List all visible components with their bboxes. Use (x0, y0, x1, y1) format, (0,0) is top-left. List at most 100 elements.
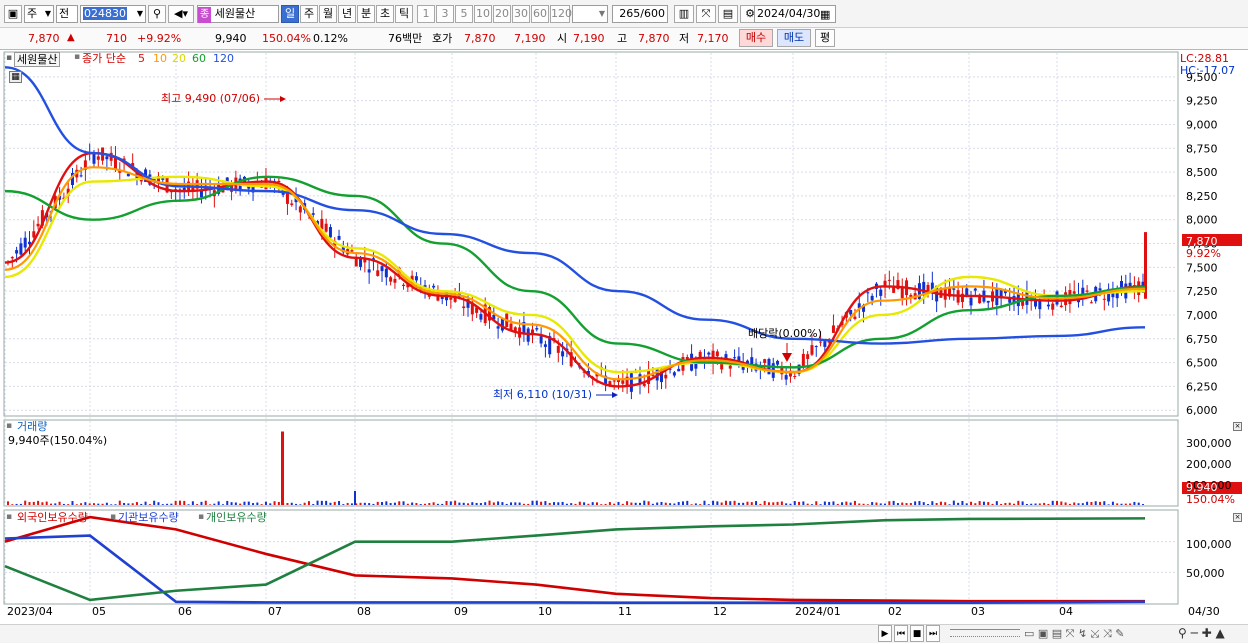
volume-bar (217, 501, 220, 505)
volume-bar (45, 501, 48, 505)
volume-bar (419, 504, 422, 505)
volume-bar (303, 502, 306, 505)
interval-button[interactable]: 60 (531, 5, 549, 23)
chart-menu-icon[interactable]: ▣ (4, 5, 22, 23)
volume-bar-peak (281, 431, 284, 505)
close-icon[interactable]: × (1233, 513, 1242, 522)
period-minute-button[interactable]: 분 (357, 5, 375, 23)
x-axis-label: 12 (713, 605, 727, 618)
buy-button[interactable]: 매수 (739, 29, 773, 47)
price-panel-stock-name[interactable]: 세원물산 (14, 52, 61, 67)
candle-type-icon[interactable]: ▥ (674, 5, 694, 23)
volume-bar (458, 502, 461, 505)
volume-bar (785, 503, 788, 505)
speaker-icon[interactable]: ◀▾ (168, 5, 194, 23)
x-axis-label: 05 (92, 605, 106, 618)
volume-bar (952, 500, 955, 505)
all-select[interactable]: 전 (56, 5, 78, 23)
volume-bar (497, 501, 500, 505)
chart-area: 6,0006,2506,5006,7507,0007,2507,5007,750… (0, 50, 1248, 643)
interval-button[interactable]: 3 (436, 5, 454, 23)
period-day-button[interactable]: 일 (281, 5, 299, 23)
table-toggle-icon[interactable]: ▦ (9, 71, 22, 83)
price-tick-label: 8,250 (1186, 190, 1218, 203)
volume-bar (264, 501, 267, 505)
average-button[interactable]: 평 (815, 29, 835, 47)
candle-body (887, 279, 891, 281)
volume-panel-title[interactable]: 거래량 (17, 420, 47, 434)
save-icon[interactable]: ▤ (718, 5, 738, 23)
volume-bar (101, 503, 104, 505)
stop-icon[interactable]: ■ (910, 625, 924, 642)
volume-bar (428, 503, 431, 505)
volume-bar (1004, 502, 1007, 505)
volume-bar (436, 503, 439, 505)
volume-bar (97, 503, 100, 505)
x-axis-label: 06 (178, 605, 192, 618)
candle-body (1085, 290, 1089, 292)
last-page-icon[interactable]: ⏭ (926, 625, 940, 642)
candle-body (763, 359, 767, 363)
period-month-button[interactable]: 월 (319, 5, 337, 23)
last-volume-pct-label: 150.04% (1186, 493, 1235, 506)
ask-label: 호가 (432, 32, 453, 45)
volume-bar (338, 501, 341, 505)
close-icon[interactable]: × (1233, 422, 1242, 431)
volume-bar (342, 504, 345, 505)
volume-bar (557, 502, 560, 505)
scroll-right-icon[interactable]: ▶ (878, 625, 892, 642)
sell-button[interactable]: 매도 (777, 29, 811, 47)
candle-body (853, 316, 857, 319)
volume-bar (660, 501, 663, 505)
zoom-slider[interactable] (950, 629, 1020, 637)
interval-button[interactable]: 5 (455, 5, 473, 23)
type-select[interactable]: 주 ▼ (24, 5, 54, 23)
period-tick-button[interactable]: 틱 (395, 5, 413, 23)
x-axis-label: 07 (268, 605, 282, 618)
interval-button[interactable]: 30 (512, 5, 530, 23)
volume-bar (1081, 503, 1084, 505)
period-year-button[interactable]: 년 (338, 5, 356, 23)
panel-menu-icon[interactable]: ▪ (6, 53, 12, 63)
candle-body (23, 237, 27, 248)
volume-bar (638, 502, 641, 505)
price-tick-label: 7,000 (1186, 309, 1218, 322)
high-annotation: 최고 9,490 (07/06) (161, 92, 261, 105)
volume-bar (540, 501, 543, 505)
volume-bar (535, 500, 538, 505)
interval-custom-select[interactable]: ▼ (572, 5, 608, 23)
volume-bar (402, 501, 405, 505)
line-tool-icon[interactable]: ⤧ (696, 5, 716, 23)
candle-body (36, 223, 40, 227)
candle-body (561, 351, 565, 357)
volume-bar (80, 503, 83, 505)
volume-bar (385, 501, 388, 505)
volume-bar (363, 502, 366, 505)
interval-button[interactable]: 20 (493, 5, 511, 23)
volume-bar (613, 503, 616, 505)
volume-bar (767, 502, 770, 505)
volume-bar (690, 504, 693, 505)
zoom-icons[interactable]: ⚲ ─ ✚ ▲ (1178, 626, 1225, 640)
volume-bar (570, 503, 573, 505)
period-week-button[interactable]: 주 (300, 5, 318, 23)
interval-button[interactable]: 120 (550, 5, 572, 23)
period-second-button[interactable]: 초 (376, 5, 394, 23)
interval-button[interactable]: 10 (474, 5, 492, 23)
interval-button[interactable]: 1 (417, 5, 435, 23)
x-axis-label: 02 (888, 605, 902, 618)
calendar-icon[interactable]: ▦ (820, 8, 830, 21)
first-page-icon[interactable]: ⏮ (894, 625, 908, 642)
volume-summary: 9,940주(150.04%) (8, 434, 108, 447)
candle-body (672, 372, 676, 376)
chart-tools-icons[interactable]: ▭ ▣ ▤ ⤧ ↯ ⤩ ⤨ ✎ (1024, 627, 1125, 641)
stock-name-field[interactable]: 종 세원물산 (197, 5, 279, 23)
candle-body (1098, 288, 1102, 291)
price-change-pct: +9.92% (137, 32, 182, 45)
volume-bar (514, 502, 517, 505)
volume-bar (935, 502, 938, 505)
volume-bar (49, 503, 52, 505)
search-icon[interactable]: ⚲ (148, 5, 166, 23)
stock-code-input[interactable]: 024830 ▼ (80, 5, 146, 23)
bar-count-field[interactable]: 265/600 (612, 5, 668, 23)
